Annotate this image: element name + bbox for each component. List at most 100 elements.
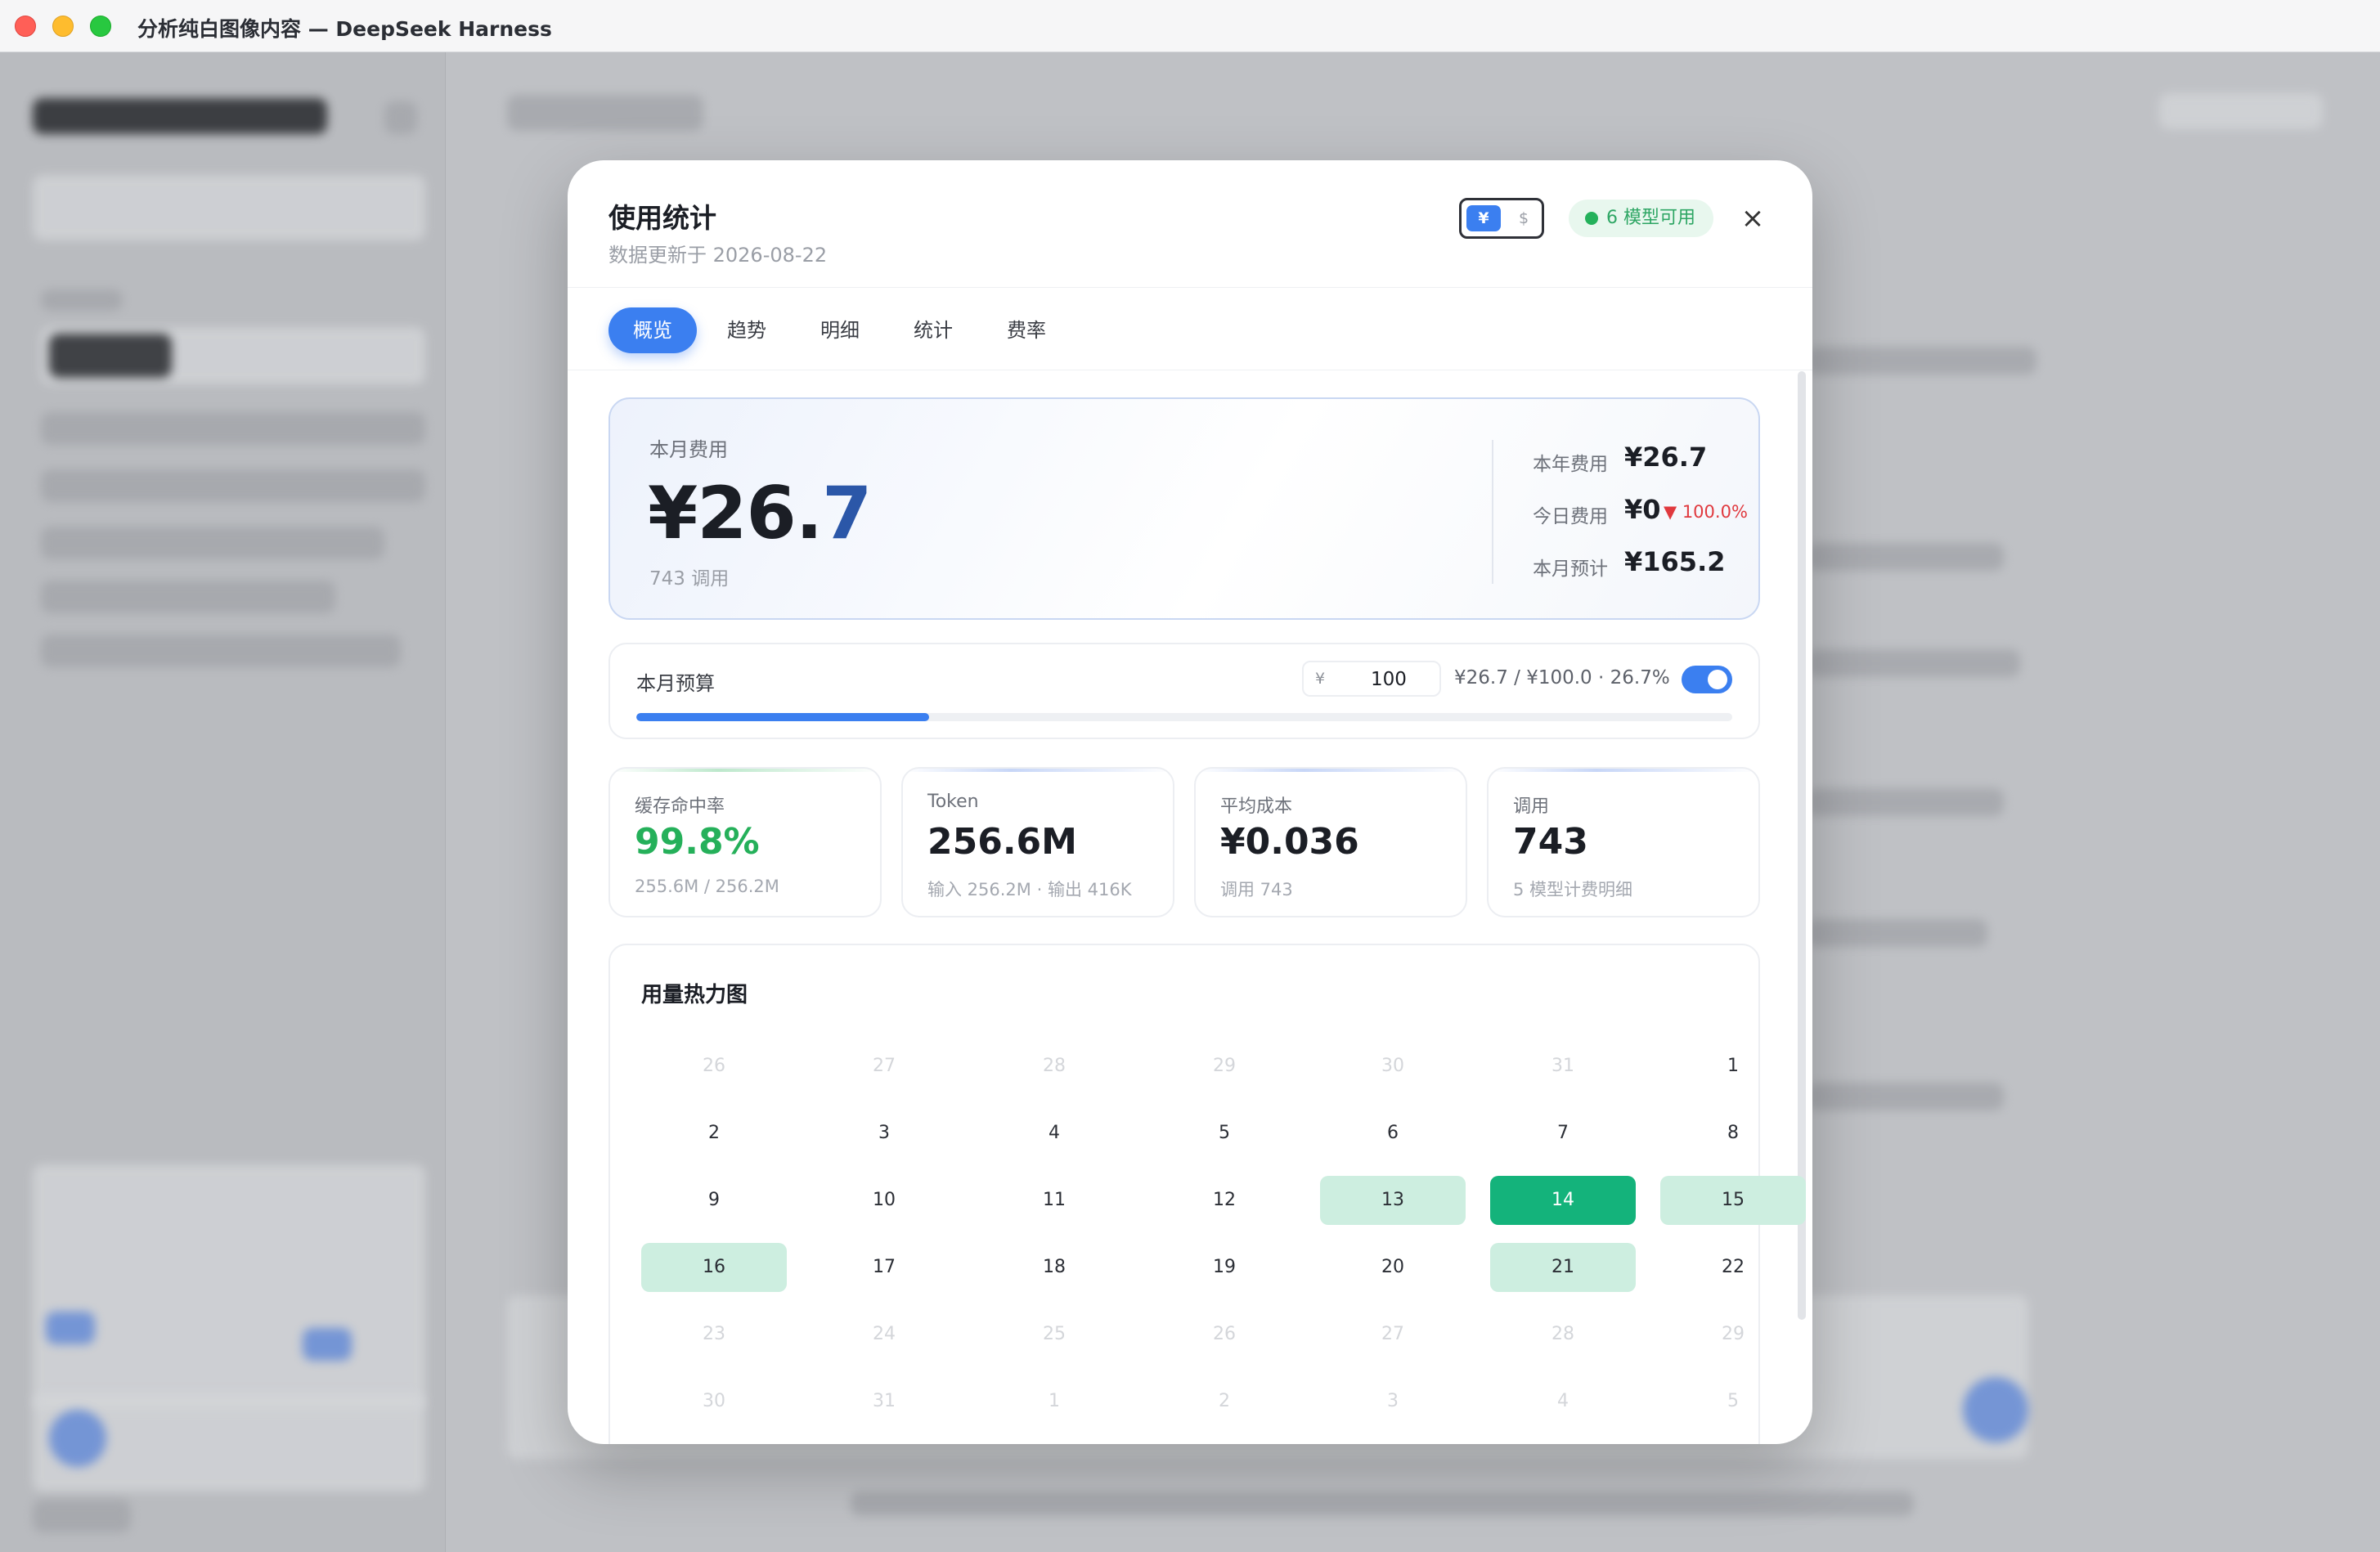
budget-progress-bar: [636, 713, 1732, 721]
monthly-cost-amount-main: ¥26.: [648, 471, 823, 555]
yearly-cost-label: 本年费用: [1533, 454, 1608, 475]
token-card: Token 256.6M 输入 256.2M · 输出 416K: [901, 767, 1174, 917]
budget-amount-value: 100: [1371, 669, 1407, 690]
today-cost-value: ¥0: [1624, 494, 1661, 525]
monthly-cost-amount-decimal: 7: [822, 471, 872, 555]
heatmap-day-cell[interactable]: 26: [641, 1042, 787, 1091]
currency-yen-option[interactable]: ¥: [1466, 205, 1501, 231]
heatmap-day-cell[interactable]: 10: [811, 1176, 957, 1225]
heatmap-day-cell[interactable]: 13: [1320, 1176, 1466, 1225]
monthly-calls: 743 调用: [649, 568, 730, 590]
card-accent: [903, 769, 1173, 772]
heatmap-day-cell[interactable]: 7: [1490, 1109, 1636, 1158]
heatmap-day-cell[interactable]: 19: [1152, 1243, 1297, 1292]
heatmap-day-cell[interactable]: 4: [1490, 1377, 1636, 1426]
heatmap-day-cell[interactable]: 5: [1660, 1377, 1806, 1426]
heatmap-day-cell[interactable]: 31: [1490, 1042, 1636, 1091]
heatmap-day-cell[interactable]: 30: [1320, 1042, 1466, 1091]
heatmap-day-cell[interactable]: 18: [981, 1243, 1127, 1292]
heatmap-day-cell[interactable]: 1: [1660, 1042, 1806, 1091]
dialog-header: 使用统计 数据更新于 2026-08-22 ¥ $ 6 模型可用 ×: [568, 160, 1812, 288]
dialog-title: 使用统计: [608, 202, 716, 234]
heatmap-day-cell[interactable]: 29: [1660, 1310, 1806, 1359]
tab-rates[interactable]: 费率: [988, 307, 1065, 353]
heatmap-day-cell[interactable]: 20: [1320, 1243, 1466, 1292]
heatmap-day-cell[interactable]: 6: [1320, 1109, 1466, 1158]
heatmap-day-cell[interactable]: 17: [811, 1243, 957, 1292]
token-label: Token: [927, 792, 979, 812]
cache-hit-detail: 255.6M / 256.2M: [635, 877, 779, 896]
heatmap-day-cell[interactable]: 16: [641, 1243, 787, 1292]
budget-progress-fill: [636, 713, 929, 721]
heatmap-day-cell[interactable]: 9: [641, 1176, 787, 1225]
status-dot-icon: [1585, 212, 1598, 225]
dialog-subtitle: 数据更新于 2026-08-22: [608, 244, 828, 267]
heatmap-day-cell[interactable]: 8: [1660, 1109, 1806, 1158]
budget-currency-symbol: ¥: [1315, 670, 1326, 688]
today-cost-change: ▼ 100.0%: [1664, 502, 1748, 522]
monthly-cost-card: 本月费用 ¥26.7 743 调用 本年费用 ¥26.7 今日费用 ¥0 ▼ 1…: [608, 397, 1760, 620]
heatmap-day-cell[interactable]: 23: [641, 1310, 787, 1359]
tab-overview[interactable]: 概览: [608, 307, 697, 353]
window-close-button[interactable]: [15, 16, 36, 37]
window-title: 分析纯白图像内容 — DeepSeek Harness: [137, 17, 552, 41]
tab-statistics[interactable]: 统计: [895, 307, 972, 353]
forecast-cost-value: ¥165.2: [1624, 546, 1726, 577]
monthly-cost-label: 本月费用: [649, 438, 728, 461]
close-button[interactable]: ×: [1736, 201, 1770, 235]
heatmap-day-cell[interactable]: 4: [981, 1109, 1127, 1158]
average-cost-value: ¥0.036: [1220, 821, 1359, 863]
window-minimize-button[interactable]: [52, 16, 74, 37]
heatmap-day-cell[interactable]: 28: [981, 1042, 1127, 1091]
heatmap-day-cell[interactable]: 5: [1152, 1109, 1297, 1158]
card-accent: [1489, 769, 1758, 772]
background-sidebar: [0, 52, 446, 1552]
usage-stats-dialog: 使用统计 数据更新于 2026-08-22 ¥ $ 6 模型可用 × 概览 趋势…: [568, 160, 1812, 1444]
forecast-cost-label: 本月预计: [1533, 558, 1608, 580]
heatmap-day-cell[interactable]: 30: [641, 1377, 787, 1426]
heatmap-day-cell[interactable]: 29: [1152, 1042, 1297, 1091]
heatmap-day-cell[interactable]: 22: [1660, 1243, 1806, 1292]
heatmap-day-cell[interactable]: 3: [811, 1109, 957, 1158]
today-cost-label: 今日费用: [1533, 506, 1608, 527]
cache-hit-value: 99.8%: [635, 821, 760, 863]
usage-heatmap-card: 用量热力图 26 27 28 29 30 31 1 2 3 4 5 6 7 8 9 10 11 12 13 14 15 1…: [608, 944, 1806, 1444]
window-zoom-button[interactable]: [90, 16, 111, 37]
heatmap-day-cell[interactable]: 12: [1152, 1176, 1297, 1225]
monthly-budget-card: 本月预算 ¥ 100 ¥26.7 / ¥100.0 · 26.7%: [608, 643, 1760, 739]
card-accent: [610, 769, 880, 772]
toggle-knob: [1708, 670, 1727, 689]
calls-value: 743: [1513, 821, 1588, 863]
average-cost-card: 平均成本 ¥0.036 调用 743: [1194, 767, 1467, 917]
heatmap-title: 用量热力图: [641, 983, 748, 1007]
heatmap-day-cell[interactable]: 24: [811, 1310, 957, 1359]
heatmap-day-cell[interactable]: 28: [1490, 1310, 1636, 1359]
heatmap-day-cell[interactable]: 11: [981, 1176, 1127, 1225]
budget-amount-input[interactable]: ¥ 100: [1302, 661, 1441, 697]
monthly-cost-amount: ¥26.7: [648, 471, 872, 555]
tab-details[interactable]: 明细: [802, 307, 878, 353]
heatmap-day-cell[interactable]: 25: [981, 1310, 1127, 1359]
cache-hit-label: 缓存命中率: [635, 796, 725, 817]
heatmap-day-cell[interactable]: 1: [981, 1377, 1127, 1426]
calls-card: 调用 743 5 模型计费明细: [1487, 767, 1760, 917]
heatmap-day-cell[interactable]: 15: [1660, 1176, 1806, 1225]
heatmap-day-cell[interactable]: 3: [1320, 1377, 1466, 1426]
budget-summary: ¥26.7 / ¥100.0 · 26.7%: [1454, 667, 1670, 689]
models-available-badge: 6 模型可用: [1569, 200, 1713, 237]
heatmap-day-cell[interactable]: 31: [811, 1377, 957, 1426]
heatmap-day-cell[interactable]: 27: [811, 1042, 957, 1091]
heatmap-day-cell[interactable]: 2: [1152, 1377, 1297, 1426]
heatmap-day-cell[interactable]: 27: [1320, 1310, 1466, 1359]
heatmap-day-cell[interactable]: 14: [1490, 1176, 1636, 1225]
average-cost-detail: 调用 743: [1220, 880, 1293, 899]
budget-enabled-toggle[interactable]: [1682, 666, 1732, 693]
heatmap-day-cell[interactable]: 2: [641, 1109, 787, 1158]
heatmap-day-cell[interactable]: 21: [1490, 1243, 1636, 1292]
models-available-text: 6 模型可用: [1606, 208, 1695, 228]
tab-trends[interactable]: 趋势: [708, 307, 785, 353]
heatmap-day-cell[interactable]: 26: [1152, 1310, 1297, 1359]
card-accent: [1196, 769, 1466, 772]
calls-detail: 5 模型计费明细: [1513, 880, 1633, 899]
currency-usd-option[interactable]: $: [1507, 205, 1540, 231]
